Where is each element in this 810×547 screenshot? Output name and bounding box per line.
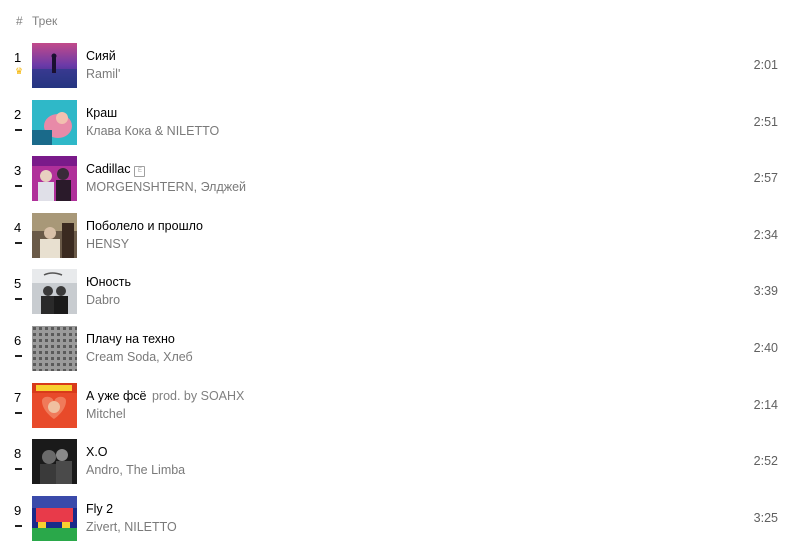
track-list-header: # Трек — [0, 12, 810, 32]
album-cover[interactable] — [32, 439, 77, 485]
track-duration: 2:14 — [753, 397, 778, 412]
explicit-badge: E — [134, 166, 146, 178]
no-change-icon — [15, 239, 23, 247]
track-title[interactable]: Сияй — [86, 49, 116, 63]
no-change-icon — [15, 352, 23, 360]
track-artist[interactable]: Dabro — [86, 293, 120, 307]
track-position: 7 — [14, 389, 22, 405]
track-artist[interactable]: Zivert, NILETTO — [86, 520, 177, 534]
track-position: 8 — [14, 446, 22, 462]
track-duration: 2:52 — [753, 454, 778, 469]
no-change-icon — [15, 126, 23, 134]
album-cover[interactable] — [32, 212, 77, 258]
no-change-icon — [15, 409, 23, 417]
track-position: 2 — [14, 106, 22, 122]
track-row[interactable]: 5 Юность Dabro 3:39 — [0, 264, 810, 321]
track-title-text[interactable]: X.O — [86, 445, 108, 459]
album-cover[interactable] — [32, 495, 77, 541]
track-artist[interactable]: Andro, The Limba — [86, 463, 185, 477]
track-row[interactable]: 6 Плачу на техно Cream Soda, Хлеб 2:40 — [0, 321, 810, 378]
track-duration: 2:34 — [753, 227, 778, 242]
track-title[interactable]: X.O — [86, 445, 108, 459]
track-artist[interactable]: Ramil' — [86, 67, 120, 81]
track-title[interactable]: Краш — [86, 106, 117, 120]
track-row[interactable]: 8 X.O Andro, The Limba 2:52 — [0, 434, 810, 491]
track-artist[interactable]: HENSY — [86, 237, 129, 251]
track-title[interactable]: Поболело и прошло — [86, 219, 203, 233]
album-cover[interactable] — [32, 325, 77, 371]
track-position: 5 — [14, 276, 22, 292]
no-change-icon — [15, 295, 23, 303]
track-title[interactable]: А уже фсё prod. by SOAHX — [86, 389, 244, 403]
track-artist[interactable]: MORGENSHTERN, Элджей — [86, 180, 246, 194]
track-title-text[interactable]: Поболело и прошло — [86, 219, 203, 233]
track-row[interactable]: 2 Краш Клава Кока & NILETTO 2:51 — [0, 95, 810, 152]
track-title-text[interactable]: А уже фсё — [86, 389, 146, 403]
no-change-icon — [15, 465, 23, 473]
track-title-text[interactable]: Краш — [86, 106, 117, 120]
track-list: 1 ♛ Сияй Ramil' 2:01 2 Краш Клава Кока &… — [0, 38, 810, 547]
track-row[interactable]: 4 Поболело и прошло HENSY 2:34 — [0, 208, 810, 265]
track-row[interactable]: 7 А уже фсё prod. by SOAHX Mitchel 2:14 — [0, 378, 810, 435]
track-column-header: Трек — [32, 14, 58, 28]
track-title[interactable]: Fly 2 — [86, 502, 113, 516]
track-row[interactable]: 9 Fly 2 Zivert, NILETTO 3:25 — [0, 491, 810, 547]
album-cover[interactable] — [32, 43, 77, 88]
album-cover[interactable] — [32, 269, 77, 315]
no-change-icon — [15, 522, 23, 530]
album-cover[interactable] — [32, 156, 77, 202]
track-artist[interactable]: Клава Кока & NILETTO — [86, 124, 219, 138]
track-row[interactable]: 1 ♛ Сияй Ramil' 2:01 — [0, 38, 810, 95]
track-duration: 2:01 — [753, 58, 778, 72]
album-cover[interactable] — [32, 382, 77, 428]
track-position: 3 — [14, 163, 22, 179]
track-title-text[interactable]: Fly 2 — [86, 502, 113, 516]
no-change-icon — [15, 182, 23, 190]
track-title[interactable]: Юность — [86, 275, 131, 289]
track-artist[interactable]: Cream Soda, Хлеб — [86, 350, 193, 364]
track-position: 6 — [14, 332, 22, 348]
track-title-suffix: prod. by SOAHX — [151, 388, 245, 403]
track-title-text[interactable]: Юность — [86, 275, 131, 289]
track-duration: 3:39 — [753, 284, 778, 299]
track-duration: 2:51 — [753, 114, 778, 129]
track-duration: 2:40 — [753, 340, 778, 355]
track-artist[interactable]: Mitchel — [86, 407, 126, 421]
track-row[interactable]: 3 Cadillac E MORGENSHTERN, Элджей 2:57 — [0, 151, 810, 208]
track-duration: 2:57 — [753, 171, 778, 186]
position-column-header: # — [16, 14, 23, 28]
track-title-text[interactable]: Сияй — [86, 49, 116, 63]
album-cover[interactable] — [32, 99, 77, 145]
track-title[interactable]: Cadillac E — [86, 162, 146, 178]
track-position: 4 — [14, 219, 22, 235]
crown-icon: ♛ — [15, 66, 24, 76]
track-title-text[interactable]: Плачу на техно — [86, 332, 175, 346]
track-duration: 3:25 — [753, 510, 778, 525]
track-position: 1 — [14, 50, 22, 65]
track-title-text[interactable]: Cadillac — [86, 162, 130, 176]
track-position: 9 — [14, 502, 22, 518]
track-title[interactable]: Плачу на техно — [86, 332, 175, 346]
